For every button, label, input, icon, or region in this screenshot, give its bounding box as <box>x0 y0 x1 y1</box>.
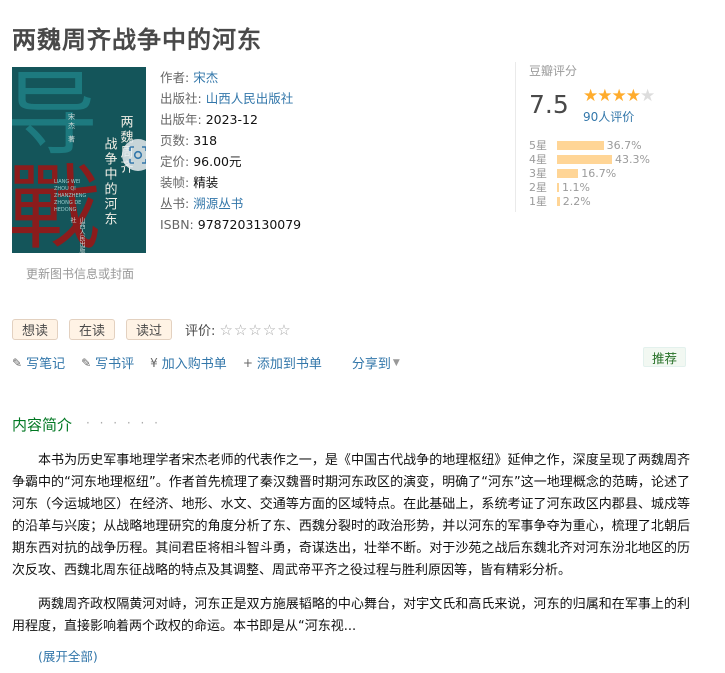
write-review-link[interactable]: ✎ 写书评 <box>81 353 134 373</box>
info-year: 出版年: 2023-12 <box>160 112 258 127</box>
rating-bar-percent: 1.1% <box>562 180 590 194</box>
info-author: 作者: 宋杰 <box>160 70 219 85</box>
rating-score: 7.5 <box>529 90 569 119</box>
rating-bar-percent: 43.3% <box>615 152 650 166</box>
section-title-intro: 内容简介 <box>12 416 73 434</box>
rating-bar-percent: 36.7% <box>606 138 642 152</box>
yuan-icon: ¥ <box>150 355 158 370</box>
author-link[interactable]: 宋杰 <box>193 70 218 85</box>
info-price: 定价: 96.00元 <box>160 154 242 169</box>
cover-publisher: 山西人民出版社 <box>69 217 85 253</box>
have-read-button[interactable]: 读过 <box>126 319 173 340</box>
rating-bar-label: 1星 <box>529 195 547 208</box>
write-note-link[interactable]: ✎ 写笔记 <box>12 353 65 373</box>
want-to-read-button[interactable]: 想读 <box>12 319 59 340</box>
intro-text: 本书为历史军事地理学者宋杰老师的代表作之一，是《中国古代战争的地理枢纽》延伸之作… <box>12 450 690 650</box>
share-dropdown[interactable]: 分享到 ▼ <box>352 353 400 372</box>
rating-bar-fill <box>557 182 559 192</box>
rating-bar-fill <box>557 140 604 150</box>
rating-label: 豆瓣评分 <box>529 64 578 78</box>
cover-title-line-2: 战争中的河东 <box>101 137 117 227</box>
rating-bar-fill <box>557 168 579 178</box>
reading-button[interactable]: 在读 <box>69 319 116 340</box>
info-pages: 页数: 318 <box>160 133 218 148</box>
rating-bar-row: 5星 36.7% <box>529 138 650 153</box>
section-dots: · · · · · · <box>86 416 161 430</box>
link-bar: ✎ 写笔记 ✎ 写书评 ¥ 加入购书单 + 添加到书单 分享到 ▼ <box>12 353 416 373</box>
action-bar: 想读 在读 读过 评价: ☆☆☆☆☆ <box>12 319 292 340</box>
my-rating-label: 评价: <box>185 324 216 339</box>
rating-bar-percent: 2.2% <box>562 194 591 208</box>
publisher-link[interactable]: 山西人民出版社 <box>206 91 294 106</box>
rating-stars-icon: ★★★★★ <box>583 86 655 106</box>
rating-bar-row: 3星 16.7% <box>529 166 650 181</box>
pencil-icon: ✎ <box>81 355 92 370</box>
cover-big-char-1: 导 <box>12 67 99 168</box>
info-isbn: ISBN: 9787203130079 <box>160 217 302 232</box>
recommend-button[interactable]: 推荐 <box>643 347 687 367</box>
rating-bar-fill <box>557 154 612 164</box>
series-link[interactable]: 溯源丛书 <box>193 196 243 211</box>
chevron-down-icon: ▼ <box>392 357 400 368</box>
expand-all-link[interactable]: (展开全部) <box>38 646 98 665</box>
info-publisher: 出版社: 山西人民出版社 <box>160 91 294 106</box>
rating-distribution: 5星 36.7% 4星 43.3% 3星 16.7% 2星 1.1% 1星 2.2% <box>529 138 650 209</box>
rating-bar-row: 2星 1.1% <box>529 180 650 195</box>
intro-paragraph-1: 本书为历史军事地理学者宋杰老师的代表作之一，是《中国古代战争的地理枢纽》延伸之作… <box>12 453 690 578</box>
my-rating-stars-icon[interactable]: ☆☆☆☆☆ <box>219 321 291 339</box>
intro-paragraph-2: 两魏周齐政权隔黄河对峙，河东正是双方施展韬略的中心舞台，对宇文氏和高氏来说，河东… <box>12 597 690 634</box>
info-binding: 装帧: 精装 <box>160 175 219 190</box>
rating-bar-percent: 16.7% <box>581 166 617 180</box>
cover-author: 宋杰 著 <box>67 113 76 145</box>
rating-count-link[interactable]: 90人评价 <box>583 108 634 125</box>
rating-panel: 豆瓣评分 7.5 ★★★★★ 90人评价 5星 36.7% 4星 43.3% 3星 16.… <box>515 62 675 212</box>
page-title: 两魏周齐战争中的河东 <box>12 26 262 54</box>
rating-bar-row: 4星 43.3% <box>529 152 650 167</box>
pencil-icon: ✎ <box>12 355 23 370</box>
cover-english-title: LIANG WEI ZHOU QI ZHANZHENG ZHONG DE HED… <box>54 179 87 213</box>
update-cover-link[interactable]: 更新图书信息或封面 <box>26 265 134 282</box>
add-to-cart-link[interactable]: ¥ 加入购书单 <box>150 353 227 373</box>
rating-bar-row: 1星 2.2% <box>529 194 650 209</box>
book-info: 作者: 宋杰 出版社: 山西人民出版社 出版年: 2023-12 页数: 318… <box>160 67 301 235</box>
info-series: 丛书: 溯源丛书 <box>160 196 244 211</box>
plus-icon: + <box>242 355 253 370</box>
scan-icon[interactable] <box>122 139 146 171</box>
rating-bar-fill <box>557 196 560 206</box>
add-to-booklist-link[interactable]: + 添加到书单 <box>242 353 322 373</box>
book-cover[interactable]: 导 戰 两魏周齐 战争中的河东 宋杰 著 LIANG WEI ZHOU QI Z… <box>12 67 146 253</box>
